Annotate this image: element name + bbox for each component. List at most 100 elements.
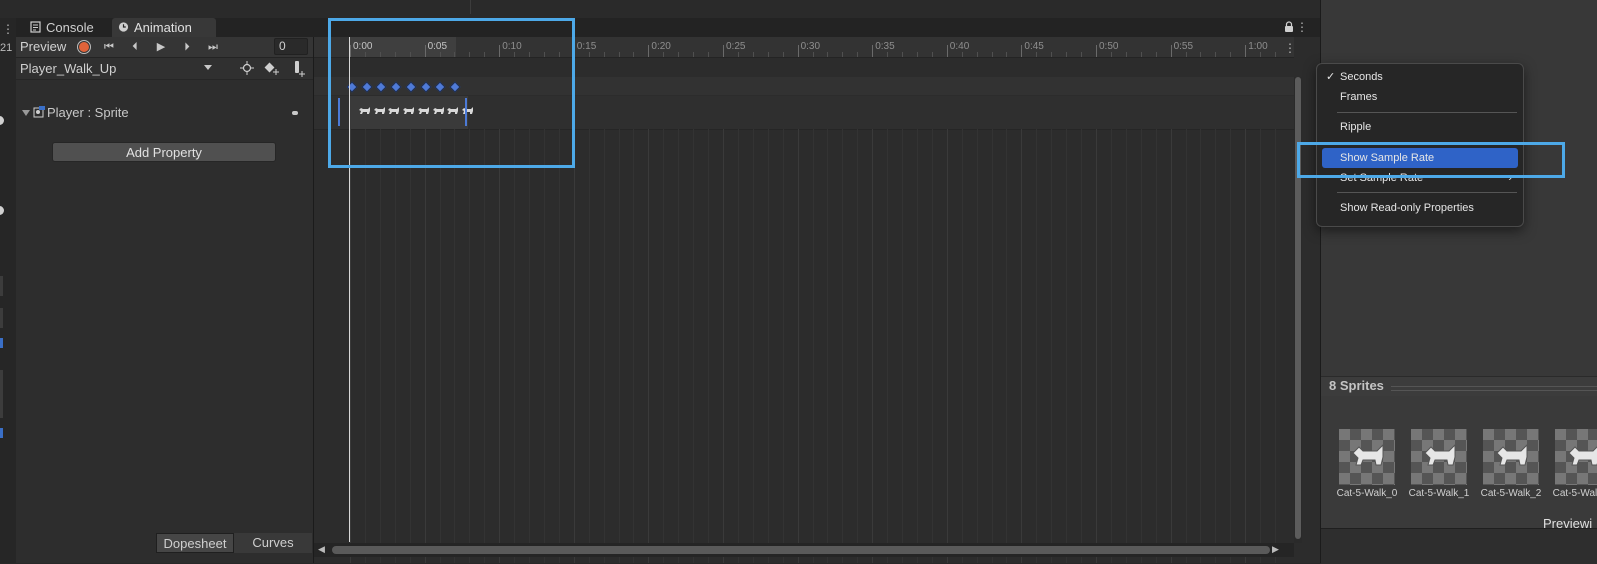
ruler-major-tick <box>1096 45 1097 57</box>
grid-line <box>782 129 784 563</box>
remove-property-icon[interactable] <box>292 111 298 115</box>
first-keyframe-icon[interactable]: ⏮ <box>98 38 120 56</box>
grid-line <box>976 129 978 563</box>
ruler-minor-tick <box>1006 52 1008 57</box>
lock-icon[interactable] <box>1284 21 1294 33</box>
menu-item-show-readonly[interactable]: Show Read-only Properties <box>1322 198 1518 218</box>
scroll-right-icon[interactable]: ▶ <box>1272 544 1279 555</box>
grid-line <box>723 129 724 563</box>
more-icon[interactable]: ⋮ <box>1296 20 1308 34</box>
field-edge <box>0 308 3 328</box>
tab-animation-label: Animation <box>134 20 192 35</box>
grid-line <box>1081 129 1083 563</box>
grid-line <box>633 129 635 563</box>
grid-line <box>902 129 904 563</box>
menu-item-frames[interactable]: Frames <box>1322 87 1518 107</box>
divider <box>1391 386 1597 391</box>
last-keyframe-icon[interactable]: ⏭ <box>202 38 224 56</box>
sprites-header: 8 Sprites <box>1321 376 1597 397</box>
ruler-minor-tick <box>737 52 739 57</box>
checkmark-icon: ✓ <box>1326 71 1336 83</box>
horizontal-scrollbar[interactable]: ◀ ▶ <box>314 543 1294 557</box>
add-keyframe-icon[interactable] <box>264 61 280 75</box>
menu-item-ripple[interactable]: Ripple <box>1322 117 1518 137</box>
highlight-box-keyframes <box>328 18 575 168</box>
sprite-thumbnail[interactable] <box>1339 429 1395 485</box>
cat-sprite-icon <box>1424 443 1456 466</box>
ruler-major-tick <box>872 45 874 57</box>
timeline-settings-icon[interactable]: ⋮ <box>1284 41 1296 55</box>
ruler-minor-tick <box>1066 52 1068 57</box>
ruler-minor-tick <box>1036 52 1038 57</box>
tab-dopesheet[interactable]: Dopesheet <box>156 533 234 553</box>
filter-by-selection-icon[interactable] <box>240 61 254 75</box>
grid-line <box>1110 129 1112 563</box>
clip-dropdown[interactable]: Player_Walk_Up <box>20 60 218 77</box>
ruler-minor-tick <box>961 52 963 57</box>
ruler-minor-tick <box>1215 52 1217 57</box>
sprite-thumbnail[interactable] <box>1411 429 1467 485</box>
sprite-thumbnail[interactable] <box>1483 429 1539 485</box>
field-edge <box>0 370 3 418</box>
left-edge-number: 21 <box>0 42 13 54</box>
menu-item-label: Seconds <box>1340 71 1383 83</box>
tab-curves[interactable]: Curves <box>234 533 312 553</box>
grid-line <box>1275 129 1277 563</box>
ruler-major-tick <box>1021 45 1023 57</box>
grid-line <box>663 129 665 563</box>
left-edge-panel: ⋮ 21 <box>0 18 17 563</box>
play-icon[interactable]: ▶ <box>150 38 172 56</box>
ruler-label: 0:15 <box>576 41 597 52</box>
ruler-minor-tick <box>1230 52 1232 57</box>
grid-line <box>469 129 471 563</box>
ruler-minor-tick <box>663 52 665 57</box>
grid-line <box>797 129 799 563</box>
sprite-name: Cat-5-Walk_3 <box>1552 488 1597 499</box>
tab-console[interactable]: Console <box>24 18 112 37</box>
ruler-major-tick <box>648 45 650 57</box>
menu-item-seconds[interactable]: ✓ Seconds <box>1322 67 1518 87</box>
add-event-icon[interactable] <box>292 61 306 77</box>
view-mode-tabs: Dopesheet Curves <box>156 533 313 553</box>
property-label: Player : Sprite <box>47 105 129 120</box>
grid-line <box>1140 129 1142 563</box>
ruler-minor-tick <box>1125 52 1127 57</box>
ruler-minor-tick <box>827 52 829 57</box>
tab-animation[interactable]: Animation <box>112 18 216 37</box>
grid-line <box>1125 129 1127 563</box>
cat-sprite-icon <box>1568 446 1597 466</box>
ruler-major-tick <box>1245 45 1247 57</box>
top-strip <box>0 0 1320 19</box>
frame-field[interactable]: 0 <box>274 38 308 55</box>
grid-line <box>364 129 366 563</box>
grid-line <box>857 129 859 563</box>
next-keyframe-icon[interactable]: ⏵ <box>176 38 198 56</box>
menu-item-label: Show Read-only Properties <box>1340 202 1474 214</box>
grid-line <box>514 129 516 563</box>
ruler-label: 0:40 <box>949 41 970 52</box>
grid-line <box>842 129 844 563</box>
more-icon[interactable]: ⋮ <box>2 22 14 36</box>
grid-line <box>1155 129 1157 563</box>
scroll-left-icon[interactable]: ◀ <box>318 544 325 555</box>
grid-line <box>961 129 963 563</box>
grid-line <box>424 129 426 563</box>
scrollbar-thumb[interactable] <box>332 546 1270 554</box>
grid-line <box>499 129 501 563</box>
preview-button[interactable]: Preview <box>20 38 66 56</box>
add-property-button[interactable]: Add Property <box>52 142 276 162</box>
sprite-thumbnail[interactable] <box>1555 429 1597 485</box>
ruler-major-tick <box>1170 45 1172 57</box>
clip-row: Player_Walk_Up <box>16 58 313 80</box>
ruler-label: 1:00 <box>1248 41 1268 52</box>
property-row[interactable]: Player : Sprite <box>20 103 310 123</box>
previous-keyframe-icon[interactable]: ⏴ <box>124 38 146 56</box>
ruler-minor-tick <box>708 52 710 57</box>
expand-triangle-icon[interactable] <box>22 109 30 117</box>
record-button[interactable] <box>76 39 92 55</box>
chevron-down-icon[interactable] <box>204 65 212 70</box>
console-icon <box>30 21 41 33</box>
ruler-label: 0:55 <box>1173 41 1194 52</box>
grid-line <box>1006 129 1008 563</box>
grid-line <box>1185 129 1187 563</box>
